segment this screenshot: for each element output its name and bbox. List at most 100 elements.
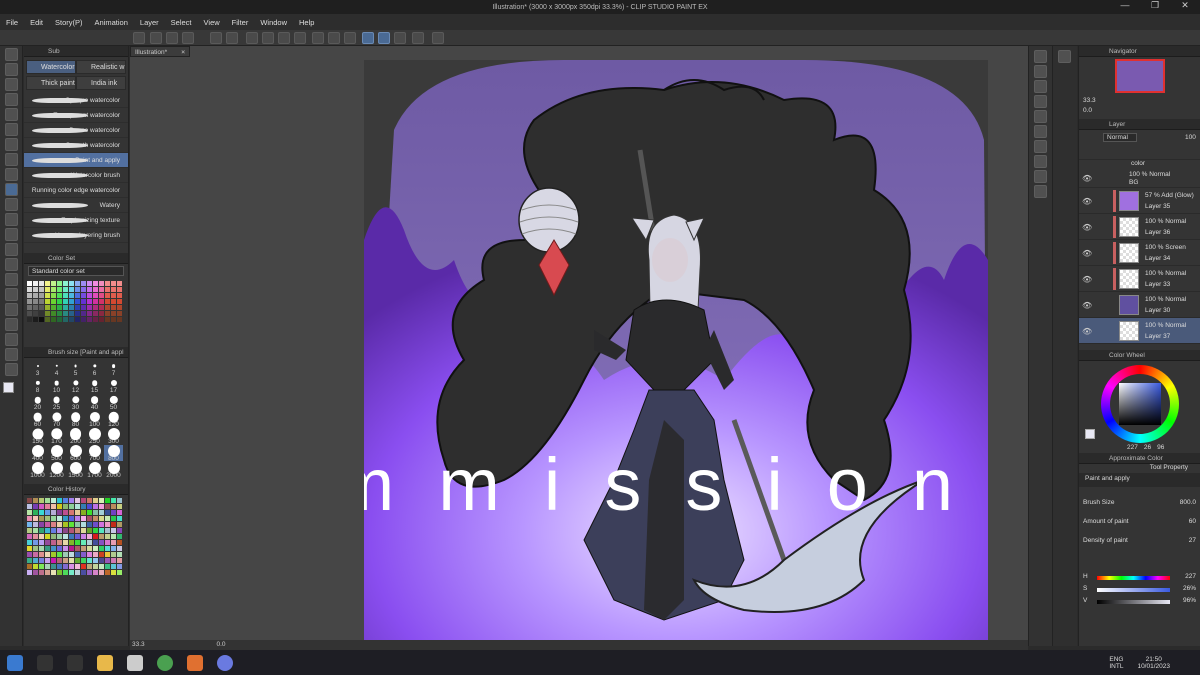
color-swatch[interactable]	[81, 311, 86, 316]
history-swatch[interactable]	[51, 498, 56, 503]
history-swatch[interactable]	[117, 534, 122, 539]
history-swatch[interactable]	[57, 504, 62, 509]
color-swatch[interactable]	[51, 317, 56, 322]
history-swatch[interactable]	[93, 540, 98, 545]
color-swatch[interactable]	[75, 281, 80, 286]
color-swatch[interactable]	[99, 311, 104, 316]
color-swatch[interactable]	[27, 311, 32, 316]
brush-size-option[interactable]: 120	[104, 411, 123, 428]
brush-item[interactable]: Running color edge watercolor	[24, 183, 128, 198]
layer-row[interactable]: 👁 100 % Normal Layer 30	[1079, 292, 1200, 318]
brush-size-option[interactable]: 4	[47, 360, 66, 377]
gradient-icon[interactable]	[5, 273, 18, 286]
history-swatch[interactable]	[39, 564, 44, 569]
history-swatch[interactable]	[51, 546, 56, 551]
history-swatch[interactable]	[87, 540, 92, 545]
history-swatch[interactable]	[51, 510, 56, 515]
history-swatch[interactable]	[111, 498, 116, 503]
main-color-swatch[interactable]	[1085, 429, 1095, 439]
menu-layer[interactable]: Layer	[140, 18, 159, 27]
color-swatch[interactable]	[93, 299, 98, 304]
file-explorer-icon[interactable]	[97, 654, 113, 671]
move-tool-icon[interactable]	[5, 63, 18, 76]
brush-size-option[interactable]: 1200	[47, 462, 66, 479]
history-swatch[interactable]	[63, 498, 68, 503]
history-swatch[interactable]	[45, 528, 50, 533]
color-swatch[interactable]	[117, 293, 122, 298]
history-swatch[interactable]	[105, 522, 110, 527]
line-fix-icon[interactable]	[5, 363, 18, 376]
history-swatch[interactable]	[69, 558, 74, 563]
history-swatch[interactable]	[57, 510, 62, 515]
ruler-icon[interactable]	[412, 32, 424, 44]
brush-size-option[interactable]: 500	[47, 445, 66, 462]
history-swatch[interactable]	[63, 564, 68, 569]
snap-grid-icon[interactable]	[394, 32, 406, 44]
brush-size-option[interactable]: 20	[28, 394, 47, 411]
color-swatch[interactable]	[81, 317, 86, 322]
undo-icon[interactable]	[210, 32, 222, 44]
color-swatch[interactable]	[51, 281, 56, 286]
history-swatch[interactable]	[51, 552, 56, 557]
color-set-dropdown[interactable]: Standard color set	[28, 266, 124, 276]
brush-tool-icon[interactable]	[5, 183, 18, 196]
history-swatch[interactable]	[81, 558, 86, 563]
saturation-slider[interactable]: S 26%	[1083, 585, 1196, 595]
history-swatch[interactable]	[39, 552, 44, 557]
color-swatch[interactable]	[51, 293, 56, 298]
color-swatch[interactable]	[51, 287, 56, 292]
history-swatch[interactable]	[57, 558, 62, 563]
color-set-grid[interactable]	[24, 278, 128, 325]
history-swatch[interactable]	[75, 570, 80, 575]
history-swatch[interactable]	[33, 564, 38, 569]
history-swatch[interactable]	[75, 516, 80, 521]
close-tab-icon[interactable]: ×	[181, 47, 185, 58]
history-swatch[interactable]	[51, 564, 56, 569]
color-swatch[interactable]	[75, 293, 80, 298]
color-swatch[interactable]	[87, 305, 92, 310]
history-swatch[interactable]	[39, 522, 44, 527]
auto-select-icon[interactable]	[5, 123, 18, 136]
color-swatch[interactable]	[87, 311, 92, 316]
history-swatch[interactable]	[57, 516, 62, 521]
color-swatch[interactable]	[93, 287, 98, 292]
history-swatch[interactable]	[75, 498, 80, 503]
history-swatch[interactable]	[75, 546, 80, 551]
color-swatch[interactable]	[93, 317, 98, 322]
color-swatch[interactable]	[57, 287, 62, 292]
brush-size-option[interactable]: 2000	[104, 462, 123, 479]
menu-view[interactable]: View	[204, 18, 220, 27]
hue-slider[interactable]: H 227	[1083, 573, 1196, 583]
color-swatch[interactable]	[75, 317, 80, 322]
color-swatch[interactable]	[111, 311, 116, 316]
history-swatch[interactable]	[51, 528, 56, 533]
pencil-tool-icon[interactable]	[5, 168, 18, 181]
history-swatch[interactable]	[117, 516, 122, 521]
color-swatch[interactable]	[93, 293, 98, 298]
history-swatch[interactable]	[111, 516, 116, 521]
color-swatch[interactable]	[99, 287, 104, 292]
fill-icon[interactable]	[278, 32, 290, 44]
minimize-button[interactable]: —	[1110, 0, 1140, 11]
history-swatch[interactable]	[27, 510, 32, 515]
history-swatch[interactable]	[51, 558, 56, 563]
dock-icon[interactable]	[1034, 140, 1047, 153]
history-swatch[interactable]	[39, 510, 44, 515]
color-swatch[interactable]	[111, 293, 116, 298]
menu-file[interactable]: File	[6, 18, 18, 27]
value-slider[interactable]: V 96%	[1083, 597, 1196, 607]
color-swatch[interactable]	[33, 299, 38, 304]
history-swatch[interactable]	[105, 570, 110, 575]
history-swatch[interactable]	[69, 504, 74, 509]
eye-icon[interactable]: 👁	[1082, 249, 1092, 258]
history-swatch[interactable]	[111, 558, 116, 563]
brush-item[interactable]: Watery	[24, 198, 128, 213]
color-swatch[interactable]	[75, 311, 80, 316]
history-swatch[interactable]	[93, 504, 98, 509]
color-swatch[interactable]	[81, 293, 86, 298]
document-tab[interactable]: Illustration* ×	[130, 46, 190, 57]
color-swatch[interactable]	[99, 299, 104, 304]
brush-size-option[interactable]: 150	[28, 428, 47, 445]
color-swatch[interactable]	[117, 281, 122, 286]
history-swatch[interactable]	[87, 522, 92, 527]
